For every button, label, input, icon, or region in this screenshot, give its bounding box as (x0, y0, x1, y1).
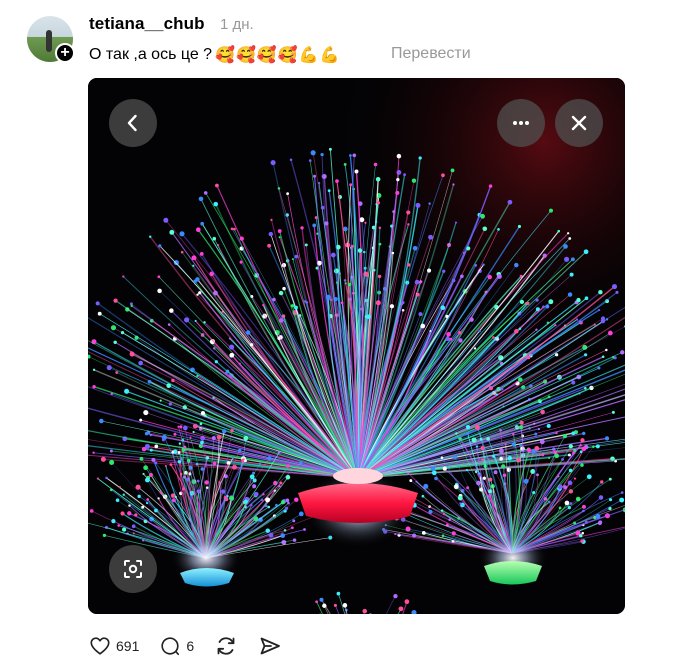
post-caption: О так ,а ось це ? 🥰🥰🥰🥰💪💪 (89, 45, 341, 65)
close-button[interactable] (555, 99, 603, 147)
close-icon (571, 115, 587, 131)
heart-icon (90, 637, 110, 655)
chevron-left-icon (127, 114, 137, 132)
more-button[interactable] (497, 99, 545, 147)
username[interactable]: tetiana__chub (89, 14, 205, 34)
share-button[interactable] (258, 634, 282, 658)
fiber-optic-lamp-photo (88, 78, 625, 614)
lens-button[interactable] (109, 545, 157, 593)
more-icon (513, 121, 529, 125)
translate-link[interactable]: Перевести (391, 45, 471, 63)
repost-button[interactable] (214, 634, 238, 658)
back-button[interactable] (109, 99, 157, 147)
post-actions: 691 6 (89, 634, 302, 658)
follow-plus-icon[interactable]: + (55, 43, 75, 63)
post-time: 1 дн. (220, 16, 254, 33)
share-icon (260, 637, 281, 655)
avatar-container[interactable]: + (27, 16, 75, 63)
caption-text: О так ,а ось це ? (89, 46, 213, 63)
comment-count: 6 (186, 638, 195, 654)
lens-icon (124, 560, 142, 578)
comment-button[interactable]: 6 (159, 635, 194, 657)
like-count: 691 (116, 638, 140, 654)
repost-icon (217, 637, 235, 655)
comment-icon (161, 637, 180, 656)
post-image[interactable] (88, 78, 625, 614)
like-button[interactable]: 691 (89, 635, 139, 657)
caption-emojis: 🥰🥰🥰🥰💪💪 (215, 47, 341, 64)
